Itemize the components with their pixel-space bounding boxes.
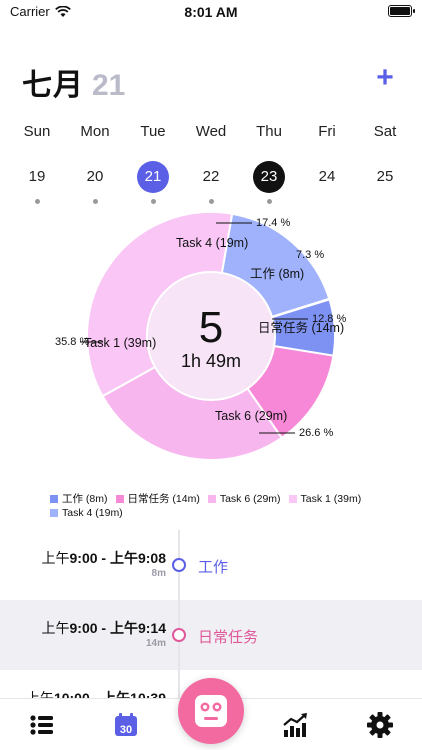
event-dot bbox=[208, 199, 214, 204]
weekday-label: Tue bbox=[140, 123, 166, 140]
total-duration: 1h 49m bbox=[180, 351, 242, 371]
legend-label: Task 4 (19m) bbox=[62, 507, 123, 519]
event-dot bbox=[92, 199, 98, 204]
legend-swatch bbox=[50, 495, 58, 503]
day-number-title: 21 bbox=[92, 69, 126, 102]
legend-swatch bbox=[115, 495, 124, 503]
legend-swatch bbox=[207, 495, 216, 503]
month-title: 七月 bbox=[22, 69, 84, 102]
task-name: 日常任务 bbox=[198, 629, 259, 646]
legend-label: 日常任务 (14m) bbox=[127, 493, 200, 505]
date-number[interactable]: 19 bbox=[21, 161, 53, 193]
chart-legend: 工作 (8m) 日常任务 (14m) Task 6 (29m) Task 1 (39m… bbox=[50, 492, 380, 520]
slice-label: Task 6 (29m) bbox=[215, 409, 288, 423]
timeline-marker bbox=[172, 558, 186, 572]
weekday-label: Fri bbox=[318, 123, 336, 140]
week-strip: Sun 19 Mon 20 Tue 21 Wed 22 Thu 23 Fri 24 Sat 2… bbox=[8, 121, 414, 204]
duration-label: 8m bbox=[151, 568, 166, 579]
legend-item: 工作 (8m) bbox=[50, 492, 108, 506]
legend-swatch bbox=[50, 509, 58, 517]
robot-face-icon bbox=[195, 695, 227, 727]
date-number[interactable]: 20 bbox=[79, 161, 111, 193]
add-event-button[interactable]: + bbox=[370, 60, 400, 96]
event-dot bbox=[266, 199, 272, 204]
legend-label: 工作 (8m) bbox=[62, 493, 108, 505]
duration-label: 14m bbox=[145, 638, 166, 649]
day-column-wed[interactable]: Wed 22 bbox=[182, 121, 240, 204]
date-number[interactable]: 24 bbox=[311, 161, 343, 193]
timeline-line bbox=[178, 530, 180, 700]
donut-chart: 5 1h 49m 工作 (8m) 7.3 % 日常任务 (14m) 12.8 % Tas… bbox=[55, 205, 346, 467]
weekday-label: Sat bbox=[373, 123, 397, 140]
slice-percent-label: 26.6 % bbox=[299, 427, 334, 439]
legend-label: Task 1 (39m) bbox=[300, 493, 362, 505]
status-time: 8:01 AM bbox=[184, 4, 238, 20]
date-number-today[interactable]: 23 bbox=[253, 161, 285, 193]
weekday-label: Mon bbox=[80, 123, 110, 140]
slice-percent-label: 12.8 % bbox=[312, 313, 347, 325]
slice-label: 工作 (8m) bbox=[250, 267, 305, 281]
legend-item: Task 1 (39m) bbox=[288, 492, 362, 506]
calendar-badge: 30 bbox=[120, 724, 132, 736]
weekday-label: Sun bbox=[23, 123, 51, 140]
day-column-fri[interactable]: Fri 24 bbox=[298, 121, 356, 204]
event-dot bbox=[34, 199, 40, 204]
legend-swatch bbox=[288, 495, 297, 503]
legend-item: Task 6 (29m) bbox=[207, 492, 281, 506]
day-column-thu[interactable]: Thu 23 bbox=[240, 121, 298, 204]
gear-icon[interactable] bbox=[366, 711, 394, 739]
day-column-tue[interactable]: Tue 21 bbox=[124, 121, 182, 204]
list-icon[interactable] bbox=[28, 711, 56, 739]
legend-item: 日常任务 (14m) bbox=[115, 492, 200, 506]
day-column-mon[interactable]: Mon 20 bbox=[66, 121, 124, 204]
timeline: 上午9:00 - 上午9:08 8m 工作 上午9:00 - 上午9:14 14… bbox=[0, 530, 422, 700]
date-number[interactable]: 22 bbox=[195, 161, 227, 193]
battery-icon bbox=[388, 5, 415, 17]
day-column-sun[interactable]: Sun 19 bbox=[8, 121, 66, 204]
time-range: 上午9:00 - 上午9:14 bbox=[41, 620, 166, 636]
timeline-row[interactable]: 上午9:00 - 上午9:14 14m 日常任务 bbox=[0, 600, 422, 670]
event-dot bbox=[150, 199, 156, 204]
timeline-marker bbox=[172, 628, 186, 642]
status-bar: Carrier 8:01 AM bbox=[0, 0, 422, 24]
start-timer-button[interactable] bbox=[178, 678, 244, 744]
timeline-row[interactable]: 上午9:00 - 上午9:08 8m 工作 bbox=[0, 530, 422, 600]
time-range: 上午9:00 - 上午9:08 bbox=[41, 550, 166, 566]
day-column-sat[interactable]: Sat 25 bbox=[356, 121, 414, 204]
date-number[interactable]: 25 bbox=[369, 161, 401, 193]
month-header: 七月 21 + bbox=[22, 60, 400, 102]
slice-label: Task 4 (19m) bbox=[176, 236, 249, 250]
weekday-label: Wed bbox=[195, 123, 227, 140]
stats-icon[interactable] bbox=[281, 711, 309, 739]
slice-percent-label: 7.3 % bbox=[296, 249, 325, 261]
slice-percent-label: 35.8 % bbox=[55, 336, 90, 348]
slice-percent-label: 17.4 % bbox=[256, 217, 291, 229]
calendar-icon[interactable]: 30 bbox=[112, 711, 140, 739]
date-number-selected[interactable]: 21 bbox=[137, 161, 169, 193]
task-name: 工作 bbox=[198, 559, 229, 576]
slice-label: Task 1 (39m) bbox=[84, 336, 157, 350]
legend-label: Task 6 (29m) bbox=[219, 493, 281, 505]
weekday-label: Thu bbox=[256, 123, 282, 140]
legend-item: Task 4 (19m) bbox=[50, 506, 123, 520]
